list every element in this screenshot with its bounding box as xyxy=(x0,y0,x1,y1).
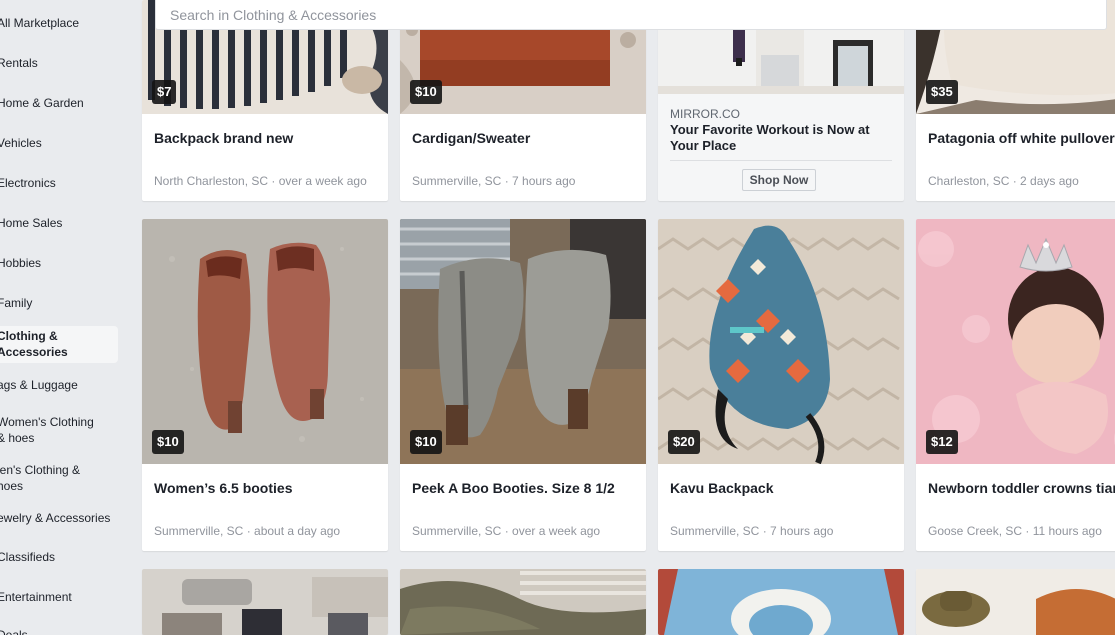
listing-meta: Summerville, SC · 7 hours ago xyxy=(412,174,575,188)
listing-photo xyxy=(916,569,1115,635)
sidebar-item-mens-clothing-shoes[interactable]: len's Clothing & hoes xyxy=(0,462,89,494)
listing-card-backpack[interactable]: $7 Backpack brand new North Charleston, … xyxy=(142,0,388,201)
listing-meta: Summerville, SC · about a day ago xyxy=(154,524,340,538)
listing-meta: Charleston, SC · 2 days ago xyxy=(928,174,1079,188)
sidebar-item-all-marketplace[interactable]: All Marketplace xyxy=(0,15,121,31)
price-badge: $7 xyxy=(152,80,177,104)
listing-photo xyxy=(142,569,388,635)
listing-location: Summerville, SC xyxy=(670,524,760,538)
listing-location: Charleston, SC xyxy=(928,174,1010,188)
listing-card-kavu-backpack[interactable]: $20 Kavu Backpack Summerville, SC · 7 ho… xyxy=(658,219,904,551)
listing-meta: Summerville, SC · 7 hours ago xyxy=(670,524,833,538)
search-input[interactable] xyxy=(168,4,1072,26)
sidebar-item-family[interactable]: Family xyxy=(0,295,121,311)
sidebar-item-classifieds[interactable]: Classifieds xyxy=(0,549,121,565)
sidebar-item-home-garden[interactable]: Home & Garden xyxy=(0,95,121,111)
price-badge: $12 xyxy=(926,430,958,454)
listing-location: Summerville, SC xyxy=(412,174,502,188)
meta-separator: · xyxy=(501,524,513,538)
listing-card-row3-3[interactable] xyxy=(658,569,904,635)
meta-separator: · xyxy=(1022,524,1033,538)
sponsored-ad-card[interactable]: MIRROR.CO Your Favorite Workout is Now a… xyxy=(658,0,904,201)
listing-card-womens-booties[interactable]: $10 Women’s 6.5 booties Summerville, SC … xyxy=(142,219,388,551)
sidebar-item-bags-luggage[interactable]: ags & Luggage xyxy=(0,377,121,393)
listing-meta: Goose Creek, SC · 11 hours ago xyxy=(928,524,1102,538)
sidebar-item-electronics[interactable]: Electronics xyxy=(0,175,121,191)
listing-location: Goose Creek, SC xyxy=(928,524,1023,538)
listing-card-peek-a-boo-booties[interactable]: $10 Peek A Boo Booties. Size 8 1/2 Summe… xyxy=(400,219,646,551)
price-badge: $10 xyxy=(152,430,184,454)
sidebar: All Marketplace Rentals Home & Garden Ve… xyxy=(0,0,142,635)
sidebar-item-deals[interactable]: Deals xyxy=(0,627,121,635)
ad-divider xyxy=(670,160,892,161)
sidebar-item-hobbies[interactable]: Hobbies xyxy=(0,255,121,271)
listing-card-patagonia[interactable]: $35 Patagonia off white pullover M Charl… xyxy=(916,0,1115,201)
listing-time: over a week ago xyxy=(278,174,367,188)
meta-separator: · xyxy=(268,174,279,188)
shop-now-button[interactable]: Shop Now xyxy=(742,169,816,191)
price-badge: $35 xyxy=(926,80,958,104)
sidebar-item-home-sales[interactable]: Home Sales xyxy=(0,215,121,231)
listing-title[interactable]: Backpack brand new xyxy=(154,130,388,146)
listing-card-newborn-crowns[interactable]: $12 Newborn toddler crowns tiaras Goose … xyxy=(916,219,1115,551)
listing-time: 11 hours ago xyxy=(1032,524,1102,538)
listing-photo xyxy=(400,569,646,635)
sidebar-item-entertainment[interactable]: Entertainment xyxy=(0,589,121,605)
ad-domain: MIRROR.CO xyxy=(670,107,740,121)
listing-location: Summerville, SC xyxy=(412,524,502,538)
listing-photo: $10 xyxy=(142,219,388,464)
listing-card-row3-4[interactable] xyxy=(916,569,1115,635)
listing-title[interactable]: Cardigan/Sweater xyxy=(412,130,646,146)
listing-time: 7 hours ago xyxy=(770,524,834,538)
listing-title[interactable]: Peek A Boo Booties. Size 8 1/2 xyxy=(412,480,646,496)
listing-title[interactable]: Women’s 6.5 booties xyxy=(154,480,388,496)
search-bar xyxy=(155,0,1107,30)
meta-separator: · xyxy=(501,174,513,188)
listing-title[interactable]: Patagonia off white pullover M xyxy=(928,130,1115,146)
listing-photo: $10 xyxy=(400,219,646,464)
ad-headline[interactable]: Your Favorite Workout is Now at Your Pla… xyxy=(670,122,870,154)
price-badge: $10 xyxy=(410,430,442,454)
sidebar-item-jewelry-accessories[interactable]: ewelry & Accessories xyxy=(0,510,121,526)
price-badge: $20 xyxy=(668,430,700,454)
listing-title[interactable]: Kavu Backpack xyxy=(670,480,904,496)
listing-card-cardigan[interactable]: $10 Cardigan/Sweater Summerville, SC · 7… xyxy=(400,0,646,201)
listing-photo: $12 xyxy=(916,219,1115,464)
meta-separator: · xyxy=(243,524,255,538)
listing-meta: North Charleston, SC · over a week ago xyxy=(154,174,367,188)
listing-card-row3-2[interactable] xyxy=(400,569,646,635)
listing-meta: Summerville, SC · over a week ago xyxy=(412,524,600,538)
price-badge: $10 xyxy=(410,80,442,104)
listing-time: over a week ago xyxy=(512,524,601,538)
sidebar-item-womens-clothing-shoes[interactable]: Women's Clothing & hoes xyxy=(0,414,103,446)
listing-location: North Charleston, SC xyxy=(154,174,269,188)
listing-photo xyxy=(658,569,904,635)
listing-time: 2 days ago xyxy=(1020,174,1079,188)
sidebar-item-vehicles[interactable]: Vehicles xyxy=(0,135,121,151)
listing-card-row3-1[interactable] xyxy=(142,569,388,635)
listing-photo: $20 xyxy=(658,219,904,464)
sidebar-item-rentals[interactable]: Rentals xyxy=(0,55,121,71)
meta-separator: · xyxy=(1009,174,1021,188)
meta-separator: · xyxy=(759,524,771,538)
sidebar-item-clothing-accessories[interactable]: Clothing & Accessories xyxy=(0,326,118,363)
listing-time: 7 hours ago xyxy=(512,174,576,188)
listing-title[interactable]: Newborn toddler crowns tiaras xyxy=(928,480,1115,496)
listing-time: about a day ago xyxy=(254,524,341,538)
listing-location: Summerville, SC xyxy=(154,524,244,538)
